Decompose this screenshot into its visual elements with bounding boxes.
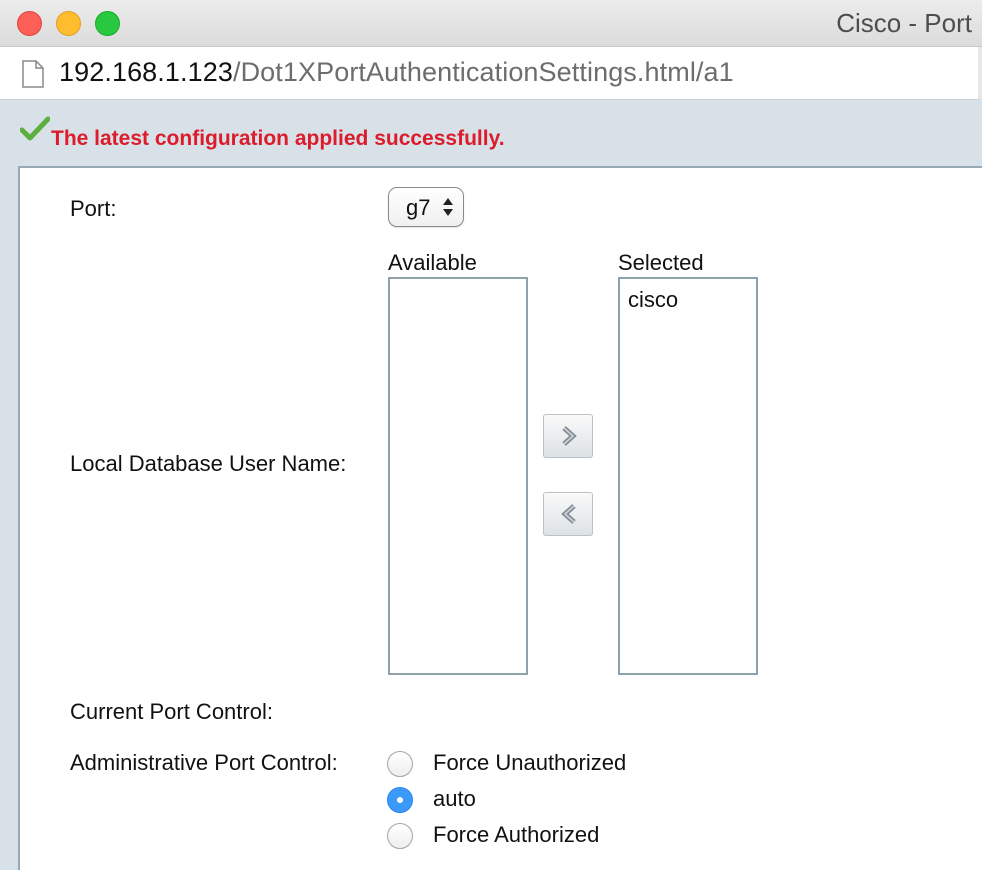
url-host: 192.168.1.123 [59, 57, 233, 87]
url-text[interactable]: 192.168.1.123/Dot1XPortAuthenticationSet… [59, 57, 734, 88]
select-arrows-icon [442, 196, 454, 223]
list-item[interactable]: cisco [628, 287, 678, 313]
available-header: Available [388, 250, 477, 275]
port-select-value: g7 [406, 195, 431, 220]
url-path: /Dot1XPortAuthenticationSettings.html/a1 [232, 57, 734, 87]
radio-auto[interactable] [387, 787, 413, 813]
user-name-label: Local Database User Name: [70, 451, 347, 476]
radio-label-force-authorized: Force Authorized [433, 822, 600, 847]
close-window-button[interactable] [17, 11, 42, 36]
available-list[interactable] [388, 277, 528, 675]
radio-label-auto: auto [433, 786, 476, 811]
radio-label-force-unauthorized: Force Unauthorized [433, 750, 627, 775]
admin-port-control-label: Administrative Port Control: [70, 750, 338, 775]
minimize-window-button[interactable] [56, 11, 81, 36]
address-bar[interactable]: 192.168.1.123/Dot1XPortAuthenticationSet… [0, 47, 982, 100]
port-label: Port: [70, 196, 117, 221]
radio-force-unauthorized[interactable] [387, 751, 413, 777]
page-icon [22, 60, 44, 93]
move-left-button[interactable] [543, 492, 593, 536]
window-title: Cisco - Port [836, 8, 972, 38]
selected-header: Selected [618, 250, 704, 275]
check-icon [19, 116, 51, 147]
move-right-button[interactable] [543, 414, 593, 458]
selected-list[interactable]: cisco [618, 277, 758, 675]
radio-force-authorized[interactable] [387, 823, 413, 849]
zoom-window-button[interactable] [95, 11, 120, 36]
port-select[interactable]: g7 [388, 187, 464, 227]
current-port-control-label: Current Port Control: [70, 699, 273, 724]
window-titlebar: Cisco - Port [0, 0, 982, 47]
status-text: The latest configuration applied success… [51, 127, 505, 150]
